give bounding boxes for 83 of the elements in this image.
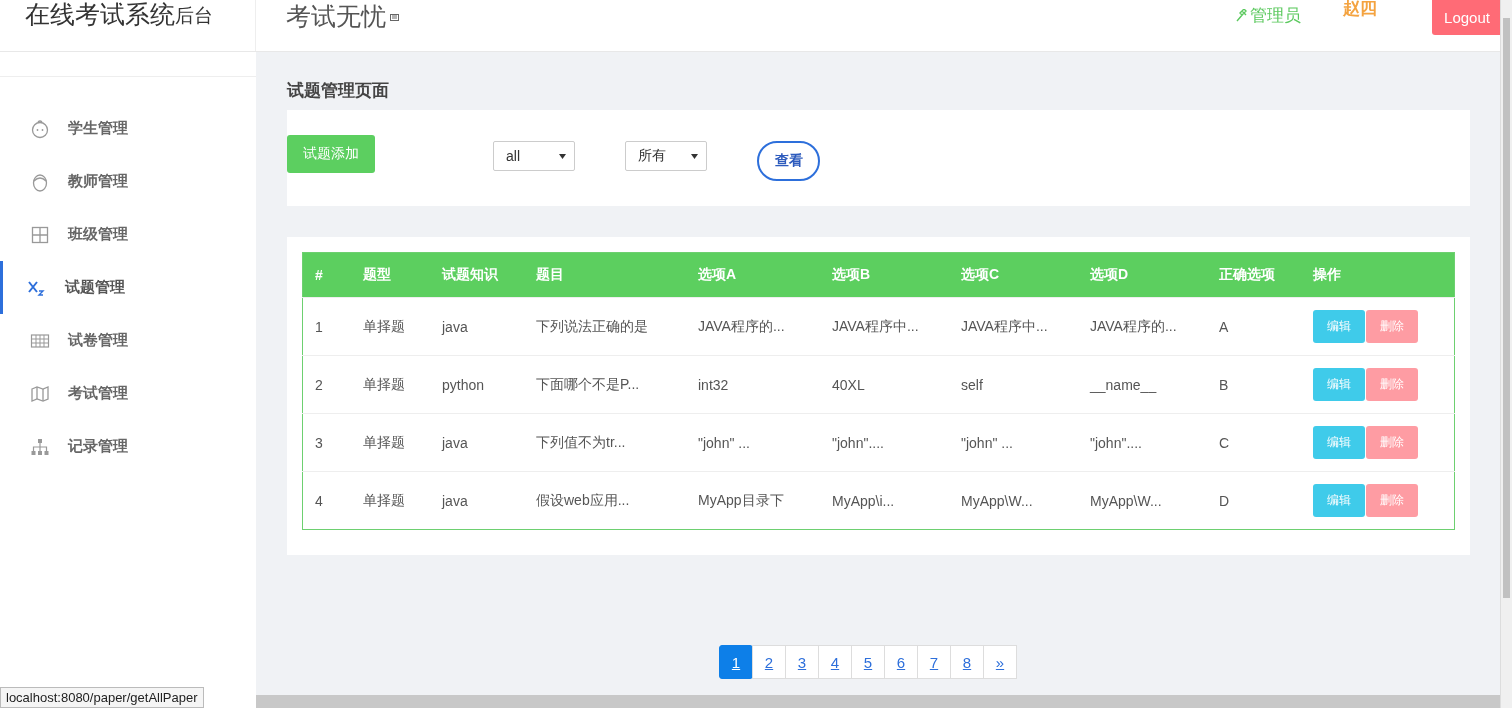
table-cell: MyApp\W... (949, 471, 1078, 530)
sidebar-item[interactable]: 教师管理 (0, 155, 256, 208)
page-link[interactable]: 3 (785, 645, 819, 679)
page-link[interactable]: 2 (752, 645, 786, 679)
caret-icon (691, 153, 698, 159)
horizontal-scrollbar[interactable] (256, 695, 1500, 708)
grid-icon (30, 224, 50, 245)
table-cell: 下列值不为tr... (524, 413, 686, 472)
column-header: 选项B (820, 252, 949, 298)
column-header: 题型 (351, 252, 430, 298)
vertical-scrollbar[interactable] (1500, 0, 1512, 708)
column-header: 选项A (686, 252, 820, 298)
table-cell: 3 (302, 413, 351, 472)
broken-image-icon (390, 14, 399, 21)
table-cell: "john".... (820, 413, 949, 472)
table-cell: D (1207, 471, 1301, 530)
sitemap-icon (30, 436, 50, 457)
table-cell: java (430, 471, 524, 530)
column-header: 选项C (949, 252, 1078, 298)
page-header-title: 考试无忧 (286, 1, 386, 32)
page-link[interactable]: » (983, 645, 1017, 679)
table-cell: MyApp目录下 (686, 471, 820, 530)
table-cell: 单择题 (351, 297, 430, 356)
brand-subtitle: 后台 (175, 5, 213, 28)
sidebar-item[interactable]: 学生管理 (0, 102, 256, 155)
table-cell: 单择题 (351, 413, 430, 472)
table-cell: 下列说法正确的是 (524, 297, 686, 356)
role-label: 管理员 (1250, 5, 1301, 27)
table-cell: JAVA程序的... (1078, 297, 1207, 356)
table-cell: 1 (302, 297, 351, 356)
baby-face-icon (30, 118, 50, 139)
table-cell: C (1207, 413, 1301, 472)
sidebar-item[interactable]: 试题管理 (0, 261, 256, 314)
table-cell: __name__ (1078, 355, 1207, 414)
brand-title: 在线考试系统 (25, 0, 175, 28)
table-cell: "john" ... (949, 413, 1078, 472)
page-link[interactable]: 5 (851, 645, 885, 679)
column-header: 试题知识 (430, 252, 524, 298)
table-cell: A (1207, 297, 1301, 356)
table-cell: 40XL (820, 355, 949, 414)
subject-select[interactable]: all (493, 141, 575, 171)
table-cell: python (430, 355, 524, 414)
column-header: 操作 (1301, 252, 1455, 298)
table-cell: JAVA程序的... (686, 297, 820, 356)
table-cell: JAVA程序中... (949, 297, 1078, 356)
status-url-tooltip: localhost:8080/paper/getAllPaper (0, 687, 204, 708)
table-cell: 单择题 (351, 471, 430, 530)
table-cell: "john".... (1078, 413, 1207, 472)
table-cell: MyApp\i... (820, 471, 949, 530)
table-cell: 4 (302, 471, 351, 530)
page-link[interactable]: 8 (950, 645, 984, 679)
user-name: 赵四 (1343, 0, 1377, 17)
column-header: 题目 (524, 252, 686, 298)
sidebar-item[interactable]: 班级管理 (0, 208, 256, 261)
caret-icon (559, 153, 566, 159)
table-cell: B (1207, 355, 1301, 414)
sidebar-item[interactable]: 试卷管理 (0, 314, 256, 367)
page-link[interactable]: 4 (818, 645, 852, 679)
table-cell: "john" ... (686, 413, 820, 472)
type-select[interactable]: 所有 (625, 141, 707, 171)
table-cell: 2 (302, 355, 351, 414)
sidebar-item[interactable]: 记录管理 (0, 420, 256, 473)
map-icon (30, 383, 50, 404)
column-header: 选项D (1078, 252, 1207, 298)
column-header: 正确选项 (1207, 252, 1301, 298)
face-icon (30, 171, 50, 192)
table-cell: int32 (686, 355, 820, 414)
column-header: # (302, 252, 351, 298)
table-cell: java (430, 413, 524, 472)
page-link[interactable]: 1 (719, 645, 753, 679)
table-cell: java (430, 297, 524, 356)
section-title: 试题管理页面 (287, 80, 390, 102)
table-cell: MyApp\W... (1078, 471, 1207, 530)
table-cell: self (949, 355, 1078, 414)
page-link[interactable]: 6 (884, 645, 918, 679)
table-cell: JAVA程序中... (820, 297, 949, 356)
table-cell: 单择题 (351, 355, 430, 414)
page-link[interactable]: 7 (917, 645, 951, 679)
view-button[interactable]: 查看 (757, 141, 820, 181)
table-cell: 假设web应用... (524, 471, 686, 530)
logout-button[interactable]: Logout (1432, 0, 1502, 35)
table-cell: 下面哪个不是P... (524, 355, 686, 414)
sidebar-item[interactable]: 考试管理 (0, 367, 256, 420)
